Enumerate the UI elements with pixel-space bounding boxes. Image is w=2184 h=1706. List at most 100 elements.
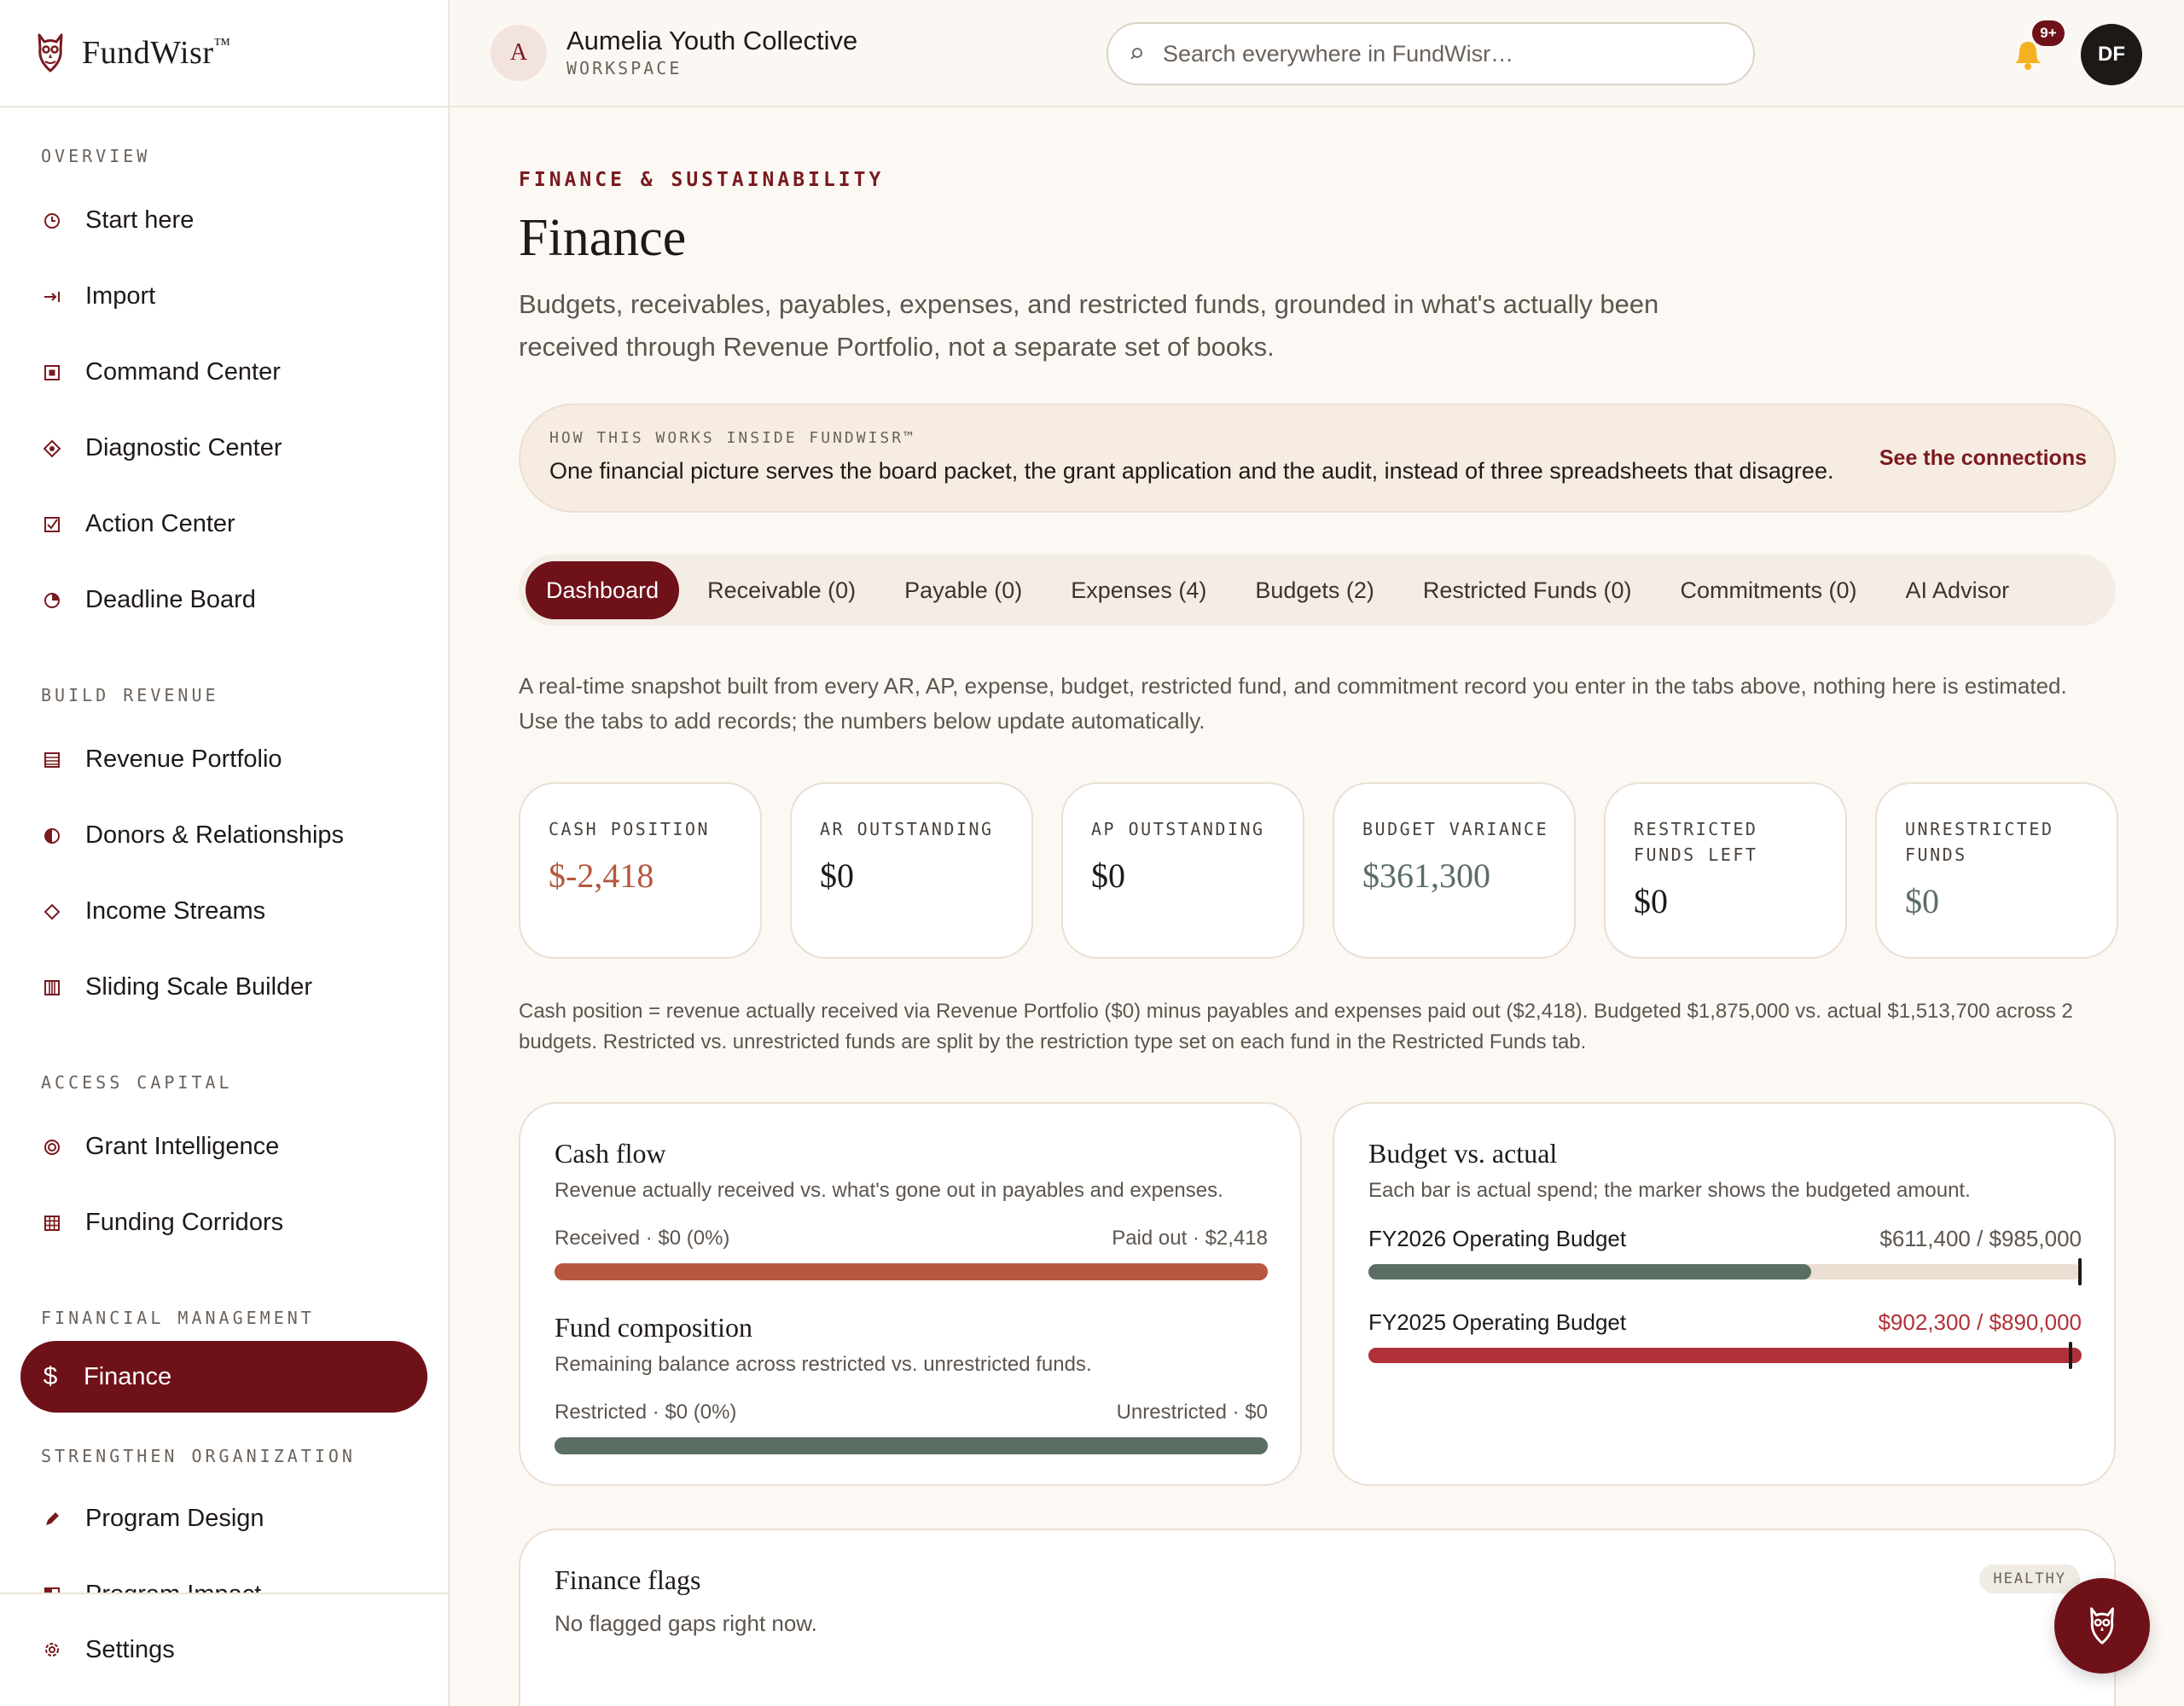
kpi-label: AR OUTSTANDING [820,819,994,839]
kpi-value: $0 [1091,856,1125,895]
sidebar-item-revenue-portfolio[interactable]: Revenue Portfolio [0,722,448,798]
kpi-value: $361,300 [1362,856,1490,895]
sidebar-nav: OVERVIEW Start here Import Command Cente… [0,109,448,1593]
page-description: Budgets, receivables, payables, expenses… [519,289,1659,362]
budget-vs-actual-card: Budget vs. actual Each bar is actual spe… [1333,1102,2116,1486]
sidebar-item-label: Deadline Board [85,586,256,613]
kpi-label: RESTRICTED FUNDS LEFT [1634,819,1758,865]
see-connections-link[interactable]: See the connections [1879,446,2087,471]
cash-flow-bar-labels: Received · $0 (0%) Paid out · $2,418 [555,1227,1268,1250]
fund-composition-bar-labels: Restricted · $0 (0%) Unrestricted · $0 [555,1401,1268,1425]
budget-bar [1368,1342,2082,1369]
actual-spend-fill [1368,1348,2082,1363]
cash-flow-card: Cash flow Revenue actually received vs. … [519,1102,1302,1486]
kpi-card-restricted-funds-left: RESTRICTED FUNDS LEFT $0 [1604,782,1847,959]
banner-label: HOW THIS WORKS INSIDE FUNDWISR™ [549,429,915,447]
tab-payable[interactable]: Payable (0) [884,561,1043,619]
sidebar-item-sliding-scale-builder[interactable]: Sliding Scale Builder [0,949,448,1025]
tab-dashboard[interactable]: Dashboard [526,561,680,619]
sidebar-item-label: Donors & Relationships [85,821,345,849]
kpi-card-ap-outstanding: AP OUTSTANDING $0 [1061,782,1304,959]
sidebar-item-grant-intelligence[interactable]: Grant Intelligence [0,1109,448,1185]
search-input[interactable] [1163,40,1709,67]
tab-receivable[interactable]: Receivable (0) [687,561,876,619]
budget-row[interactable]: FY2026 Operating Budget $611,400 / $985,… [1368,1226,2082,1252]
sidebar-item-label: Sliding Scale Builder [85,973,312,1001]
notification-badge: 9+ [2032,20,2065,46]
budget-name: FY2025 Operating Budget [1368,1309,1627,1335]
workspace-name[interactable]: Aumelia Youth Collective [566,26,857,56]
sidebar-item-settings[interactable]: Settings [0,1594,448,1705]
workspace-label: WORKSPACE [566,58,682,78]
card-title: Finance flags [555,1564,701,1595]
paid-out-fill [555,1263,1268,1280]
pencil-icon [43,1510,61,1529]
budget-row[interactable]: FY2025 Operating Budget $902,300 / $890,… [1368,1309,2082,1336]
sidebar-item-program-design[interactable]: Program Design [0,1481,448,1557]
cash-position-note: Cash position = revenue actually receive… [519,1000,2073,1053]
sidebar-item-command-center[interactable]: Command Center [0,334,448,410]
gear-icon [43,1640,61,1659]
list-icon [43,751,61,769]
owl-icon [2090,1607,2114,1645]
checkbox-icon [43,515,61,534]
sidebar-item-label: Revenue Portfolio [85,746,282,773]
sidebar-item-deadline-board[interactable]: Deadline Board [0,562,448,638]
square-target-icon [43,363,61,382]
sidebar-item-label: Command Center [85,358,281,386]
budget-amount: $902,300 / $890,000 [1878,1309,2082,1335]
budget-bar [1368,1258,2082,1285]
actual-spend-fill [1368,1264,1811,1280]
unrestricted-label: Unrestricted · $0 [1116,1401,1268,1424]
tab-ai-advisor[interactable]: AI Advisor [1885,561,2030,619]
sidebar-item-donors-relationships[interactable]: Donors & Relationships [0,798,448,873]
fund-composition-bar [555,1437,1268,1454]
sidebar-item-label: Grant Intelligence [85,1133,280,1160]
sidebar-item-start-here[interactable]: Start here [0,183,448,258]
flags-text: No flagged gaps right now. [555,1610,817,1636]
user-avatar[interactable]: DF [2081,24,2142,85]
half-circle-icon [43,827,61,845]
kpi-row: CASH POSITION $-2,418 AR OUTSTANDING $0 … [519,782,2118,959]
diamond-icon [43,902,61,921]
clock-icon [43,212,61,230]
target-icon [43,1138,61,1157]
kpi-card-ar-outstanding: AR OUTSTANDING $0 [790,782,1033,959]
sidebar-footer: Settings [0,1593,448,1706]
sidebar-item-finance[interactable]: $ Finance [20,1341,427,1413]
sidebar-item-diagnostic-center[interactable]: Diagnostic Center [0,410,448,486]
tab-commitments[interactable]: Commitments (0) [1660,561,1878,619]
sidebar-item-import[interactable]: Import [0,258,448,334]
page-eyebrow: FINANCE & SUSTAINABILITY [519,169,885,191]
sidebar-item-label: Funding Corridors [85,1209,284,1236]
tab-budgets[interactable]: Budgets (2) [1234,561,1395,619]
sidebar-item-label: Income Streams [85,897,266,925]
sidebar-item-funding-corridors[interactable]: Funding Corridors [0,1185,448,1261]
sidebar-item-action-center[interactable]: Action Center [0,486,448,562]
card-subtitle: Remaining balance across restricted vs. … [555,1353,1092,1376]
import-arrow-icon [43,287,61,306]
tab-restricted-funds[interactable]: Restricted Funds (0) [1403,561,1653,619]
sidebar-item-label: Start here [85,206,195,234]
sidebar-item-income-streams[interactable]: Income Streams [0,873,448,949]
tab-expenses[interactable]: Expenses (4) [1050,561,1227,619]
budget-marker [2068,1342,2072,1369]
unrestricted-fill [555,1437,1268,1454]
assistant-fab-button[interactable] [2054,1578,2150,1674]
kpi-value: $-2,418 [549,856,654,895]
sidebar-item-label: Finance [84,1362,172,1390]
brand[interactable]: FundWisr™ [0,0,448,107]
card-subtitle: Each bar is actual spend; the marker sho… [1368,1179,1971,1202]
top-bar: A Aumelia Youth Collective WORKSPACE 9+ … [450,0,2184,107]
kpi-card-budget-variance: BUDGET VARIANCE $361,300 [1333,782,1576,959]
banner-text: One financial picture serves the board p… [549,458,1834,484]
budget-marker [2078,1258,2082,1285]
sidebar-item-program-impact[interactable]: Program Impact [0,1557,448,1593]
sidebar-item-label: Import [85,282,156,310]
workspace-avatar[interactable]: A [491,25,547,81]
brand-name: FundWisr™ [82,35,231,71]
search-bar[interactable] [1107,22,1755,85]
kpi-label: BUDGET VARIANCE [1362,819,1549,839]
how-it-works-banner: HOW THIS WORKS INSIDE FUNDWISR™ One fina… [519,403,2116,513]
sidebar-item-label: Program Impact [85,1581,261,1593]
